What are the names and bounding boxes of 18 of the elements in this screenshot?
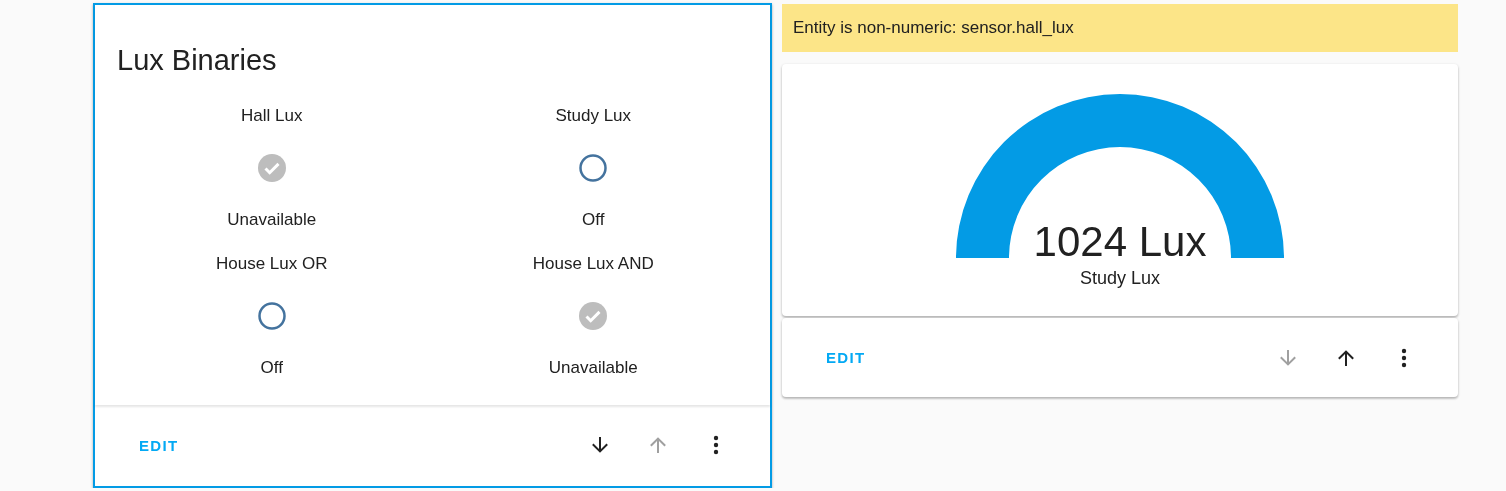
card-title: Lux Binaries [117, 43, 277, 78]
entity-state: Off [260, 358, 283, 378]
warning-banner: Entity is non-numeric: sensor.hall_lux [782, 4, 1458, 52]
entity-name: House Lux AND [532, 254, 654, 274]
edit-button[interactable]: EDIT [816, 343, 876, 372]
gauge-name: Study Lux [1079, 268, 1161, 289]
edit-button[interactable]: EDIT [129, 430, 189, 460]
check-circle-icon[interactable] [579, 302, 608, 330]
check-circle-icon[interactable] [257, 154, 286, 182]
entity-name: Hall Lux [241, 106, 303, 126]
entity-name: House Lux OR [216, 254, 328, 274]
entity-state: Unavailable [227, 210, 317, 230]
gauge-value: 1024 Lux [1033, 218, 1207, 266]
entity-state: Unavailable [548, 358, 638, 378]
entity-state: Off [582, 210, 605, 230]
circle-icon[interactable] [579, 154, 608, 182]
circle-icon[interactable] [257, 302, 286, 330]
entity-name: Study Lux [555, 106, 632, 126]
